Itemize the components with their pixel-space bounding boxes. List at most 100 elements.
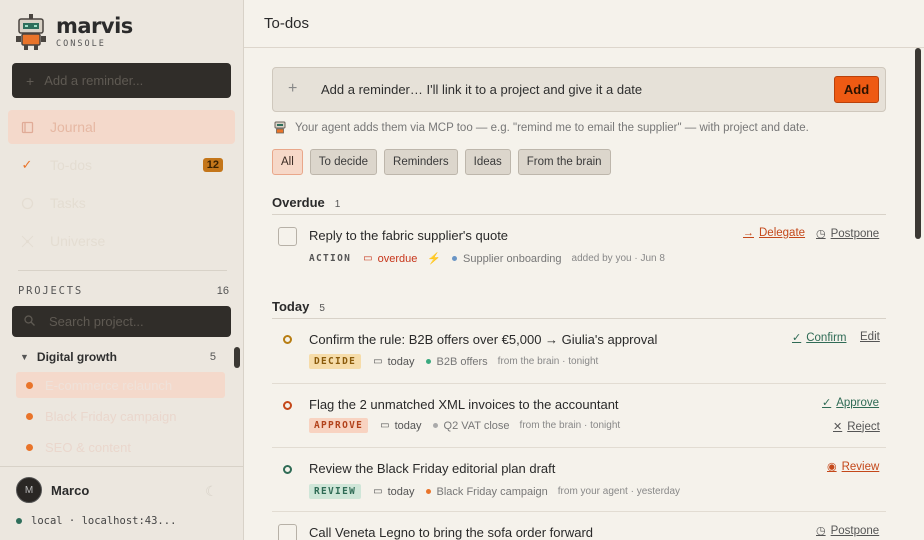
filter-chip-all[interactable]: All	[272, 149, 303, 175]
plus-icon: +	[26, 72, 35, 89]
project-label: Q2 VAT close	[443, 419, 510, 432]
project-label: E-commerce relaunch	[45, 377, 173, 393]
moon-icon[interactable]: ☾	[205, 483, 218, 500]
project-label: Black Friday campaign	[436, 485, 548, 498]
date-label: today	[387, 355, 415, 368]
review-status-icon[interactable]	[283, 465, 292, 474]
todo-checkbox[interactable]	[278, 524, 297, 540]
project-label: B2B offers	[436, 355, 488, 368]
sidebar-add-reminder-input[interactable]: + Add a reminder...	[12, 63, 231, 98]
section-divider	[272, 214, 886, 215]
project-label: Supplier onboarding	[463, 252, 562, 265]
todo-source: from the brain · tonight	[519, 420, 621, 431]
sidebar-item-universe[interactable]: Universe	[8, 224, 235, 258]
filter-chip-from-the-brain[interactable]: From the brain	[517, 149, 611, 175]
section-header-overdue: Overdue 1	[272, 195, 340, 210]
todo-project[interactable]: Supplier onboarding	[452, 252, 562, 265]
todo-source: from your agent · yesterday	[557, 486, 681, 497]
connection-status: local · localhost:43...	[16, 515, 176, 527]
reminder-composer[interactable]: + Add a reminder… I'll link it to a proj…	[272, 67, 886, 112]
todo-meta: REVIEW ▭ today Black Friday campaign fro…	[309, 484, 680, 499]
delegate-button[interactable]: → Delegate	[743, 227, 805, 239]
action-label: Confirm	[806, 331, 847, 344]
section-title: Today	[272, 299, 310, 314]
decide-status-icon[interactable]	[283, 335, 292, 344]
project-dot-icon	[425, 359, 431, 364]
section-divider	[272, 318, 886, 319]
check-icon: ✓	[21, 157, 33, 172]
book-icon	[20, 120, 34, 134]
project-item[interactable]: SEO & content	[16, 434, 225, 460]
project-item[interactable]: E-commerce relaunch	[16, 372, 225, 398]
composer-placeholder[interactable]: Add a reminder… I'll link it to a projec…	[321, 82, 642, 97]
page-title: To-dos	[264, 15, 310, 32]
user-bar: M Marco ☾ local · localhost:43...	[0, 466, 243, 540]
todos-count-badge: 12	[202, 158, 223, 172]
postpone-button[interactable]: ◷ Postpone	[816, 524, 879, 538]
topbar: To-dos	[244, 0, 924, 48]
sidebar-item-label: To-dos	[50, 157, 93, 173]
sidebar: marvis CONSOLE + Add a reminder... Journ…	[0, 0, 244, 540]
calendar-icon: ▭	[373, 486, 383, 497]
date-label: today	[394, 419, 422, 432]
filter-chip-reminders[interactable]: Reminders	[384, 149, 458, 175]
project-label: SEO & content	[45, 439, 131, 455]
robot-logo-icon	[16, 14, 46, 50]
approve-button[interactable]: ✓ Approve	[822, 396, 879, 410]
postpone-button[interactable]: ◷ Postpone	[816, 227, 879, 241]
edit-button[interactable]: Edit	[860, 331, 880, 343]
calendar-icon: ▭	[373, 356, 383, 367]
search-icon	[24, 314, 35, 329]
todo-title[interactable]: Call Veneta Legno to bring the sofa orde…	[309, 525, 593, 540]
sidebar-item-journal[interactable]: Journal	[8, 110, 235, 144]
project-item[interactable]: Black Friday campaign	[16, 403, 225, 429]
main-scrollbar[interactable]	[915, 48, 921, 239]
project-search-input[interactable]: Search project...	[12, 306, 231, 337]
todo-project[interactable]: Q2 VAT close	[432, 419, 510, 432]
todo-source: added by you · Jun 8	[571, 253, 665, 264]
action-label: Edit	[860, 331, 880, 343]
todo-title[interactable]: Reply to the fabric supplier's quote	[309, 228, 508, 243]
project-dot-icon	[26, 443, 33, 451]
filter-chip-ideas[interactable]: Ideas	[464, 149, 511, 175]
todo-tag: DECIDE	[309, 354, 362, 369]
avatar[interactable]: M	[16, 477, 42, 503]
filter-chips: All To decide Reminders Ideas From the b…	[272, 149, 618, 175]
sidebar-divider	[18, 270, 227, 271]
lightning-icon: ⚡	[427, 253, 442, 265]
robot-icon	[274, 121, 286, 134]
calendar-icon: ▭	[380, 420, 390, 431]
todo-checkbox[interactable]	[278, 227, 297, 246]
sidebar-item-tasks[interactable]: Tasks	[8, 186, 235, 220]
check-icon: ✓	[822, 397, 832, 409]
clock-icon: ◷	[816, 228, 826, 240]
reject-button[interactable]: ✕ Reject	[833, 420, 880, 434]
project-group-digital-growth[interactable]: ▼ Digital growth 5	[20, 349, 216, 365]
filter-chip-to-decide[interactable]: To decide	[309, 149, 378, 175]
agent-hint: Your agent adds them via MCP too — e.g. …	[274, 121, 809, 134]
confirm-button[interactable]: ✓ Confirm	[792, 331, 847, 345]
search-placeholder: Search project...	[49, 314, 144, 329]
section-count: 1	[334, 199, 341, 210]
todo-project[interactable]: B2B offers	[425, 355, 488, 368]
todo-meta: DECIDE ▭ today B2B offers from the brain…	[309, 354, 598, 369]
todo-meta: APPROVE ▭ today Q2 VAT close from the br…	[309, 418, 620, 433]
sidebar-item-todos[interactable]: ✓ To-dos 12	[8, 148, 235, 182]
todo-title[interactable]: Confirm the rule: B2B offers over €5,000…	[309, 332, 657, 347]
brand[interactable]: marvis CONSOLE	[16, 14, 133, 50]
project-dot-icon	[432, 423, 438, 428]
date-label: overdue	[377, 252, 418, 265]
todo-tag: REVIEW	[309, 484, 362, 499]
todo-tag: APPROVE	[309, 418, 369, 433]
review-button[interactable]: ◉ Review	[827, 460, 879, 474]
brand-name: marvis	[56, 13, 133, 38]
projects-count: 16	[216, 285, 229, 297]
todo-project[interactable]: Black Friday campaign	[425, 485, 548, 498]
add-button[interactable]: Add	[834, 76, 879, 103]
todo-title[interactable]: Review the Black Friday editorial plan d…	[309, 461, 555, 476]
row-divider	[272, 511, 886, 512]
todo-title[interactable]: Flag the 2 unmatched XML invoices to the…	[309, 397, 619, 412]
todo-tag: ACTION	[309, 253, 352, 264]
approve-status-icon[interactable]	[283, 401, 292, 410]
sidebar-scrollbar[interactable]	[234, 347, 240, 368]
